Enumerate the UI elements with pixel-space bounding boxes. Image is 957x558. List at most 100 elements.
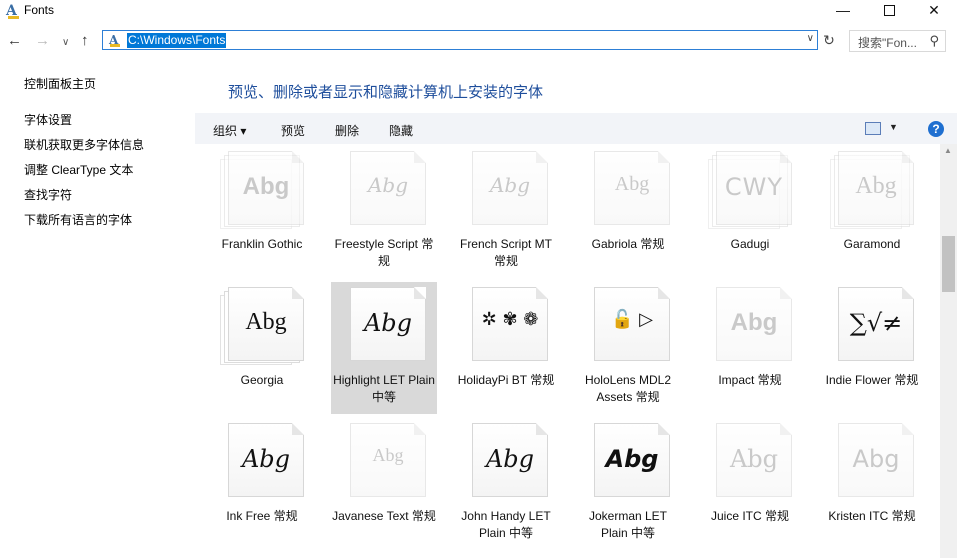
font-item[interactable]: Abg Kristen ITC 常规 xyxy=(819,418,925,550)
delete-button[interactable]: 删除 xyxy=(335,122,359,139)
font-name-label: Georgia xyxy=(240,373,284,387)
navigation-bar: ← → ∨ ↑ A C:\Windows\Fonts ∨ ↻ 搜索"Fon...… xyxy=(0,28,957,56)
preview-button[interactable]: 预览 xyxy=(281,122,305,139)
font-sample: Abg xyxy=(363,309,413,337)
search-icon[interactable]: ⚲ xyxy=(929,33,939,49)
font-file-icon: Abg xyxy=(464,151,548,229)
command-bar: 组织 ▾ 预览 删除 隐藏 ▼ ? xyxy=(195,113,957,144)
organize-button[interactable]: 组织 ▾ xyxy=(213,122,246,139)
font-item[interactable]: Abg Juice ITC 常规 xyxy=(697,418,803,550)
back-button[interactable]: ← xyxy=(7,32,22,50)
search-placeholder: 搜索"Fon... xyxy=(858,36,917,50)
font-sample: CWY xyxy=(724,173,784,201)
font-item[interactable]: Abg Gabriola 常规 xyxy=(575,146,681,278)
vertical-scrollbar[interactable]: ▲ xyxy=(940,144,957,558)
font-name-label: French Script MT 常规 xyxy=(459,237,552,268)
font-name-label: Kristen ITC 常规 xyxy=(828,509,916,523)
font-item[interactable]: Abg Impact 常规 xyxy=(697,282,803,414)
address-path[interactable]: C:\Windows\Fonts xyxy=(127,33,227,48)
search-input[interactable]: 搜索"Fon... ⚲ xyxy=(849,30,946,52)
refresh-button[interactable]: ↻ xyxy=(820,31,838,49)
font-file-icon: Abg xyxy=(586,151,670,229)
font-file-icon: Abg xyxy=(342,423,426,501)
font-name-label: Impact 常规 xyxy=(718,373,782,387)
help-icon[interactable]: ? xyxy=(928,121,944,137)
maximize-button[interactable] xyxy=(866,0,912,22)
font-item[interactable]: Abg John Handy LET Plain 中等 xyxy=(453,418,559,550)
font-file-icon: Abg xyxy=(586,423,670,501)
get-more-fonts-link[interactable]: 联机获取更多字体信息 xyxy=(24,136,144,153)
font-family-icon: Abg xyxy=(220,287,304,365)
font-family-icon: Abg xyxy=(830,151,914,229)
scroll-up-icon[interactable]: ▲ xyxy=(944,146,952,155)
font-sample: Abg xyxy=(605,445,659,473)
organize-label: 组织 xyxy=(213,124,238,138)
download-fonts-link[interactable]: 下载所有语言的字体 xyxy=(24,211,132,228)
font-item[interactable]: Abg Garamond xyxy=(819,146,925,278)
scroll-thumb[interactable] xyxy=(942,236,955,292)
fonts-folder-icon: A xyxy=(6,3,20,19)
minimize-button[interactable]: — xyxy=(820,0,866,22)
font-file-icon: Abg xyxy=(708,287,792,365)
font-name-label: Javanese Text 常规 xyxy=(332,509,436,523)
font-item[interactable]: Abg Jokerman LET Plain 中等 xyxy=(575,418,681,550)
page-title: 预览、删除或者显示和隐藏计算机上安装的字体 xyxy=(228,84,544,101)
font-item[interactable]: CWY Gadugi xyxy=(697,146,803,278)
font-sample: Abg xyxy=(485,445,535,473)
chevron-down-icon[interactable]: ▼ xyxy=(889,122,898,132)
font-file-icon: Abg xyxy=(220,423,304,501)
font-item[interactable]: ∑√≠ Indie Flower 常规 xyxy=(819,282,925,414)
font-family-icon: CWY xyxy=(708,151,792,229)
up-button[interactable]: ↑ xyxy=(81,32,89,50)
font-item[interactable]: Abg Georgia xyxy=(209,282,315,414)
font-file-icon: 🔓 ▷ xyxy=(586,287,670,365)
recent-locations-button[interactable]: ∨ xyxy=(62,34,69,52)
maximize-icon xyxy=(883,5,895,16)
font-file-icon: ∑√≠ xyxy=(830,287,914,365)
hide-button[interactable]: 隐藏 xyxy=(389,122,413,139)
font-sample: Abg xyxy=(245,309,287,335)
font-sample: 🔓 ▷ xyxy=(611,309,653,330)
font-item[interactable]: Abg Highlight LET Plain 中等 xyxy=(331,282,437,414)
left-pane: 控制面板主页 字体设置 联机获取更多字体信息 调整 ClearType 文本 查… xyxy=(0,62,195,558)
font-name-label: Freestyle Script 常规 xyxy=(334,237,434,268)
font-name-label: HolidayPi BT 常规 xyxy=(457,373,555,387)
font-name-label: Jokerman LET Plain 中等 xyxy=(588,509,668,540)
font-family-icon: Abg xyxy=(220,151,304,229)
font-settings-link[interactable]: 字体设置 xyxy=(24,111,72,128)
font-name-label: Highlight LET Plain 中等 xyxy=(333,373,435,404)
address-bar[interactable]: A C:\Windows\Fonts ∨ xyxy=(102,30,818,50)
close-button[interactable]: ✕ xyxy=(911,0,957,22)
find-character-link[interactable]: 查找字符 xyxy=(24,186,72,203)
font-file-icon: Abg xyxy=(342,151,426,229)
font-sample: Abg xyxy=(372,445,404,465)
font-sample: ✲ ✾ ❁ xyxy=(481,309,539,330)
font-item[interactable]: ✲ ✾ ❁ HolidayPi BT 常规 xyxy=(453,282,559,414)
font-name-label: Gadugi xyxy=(730,237,770,251)
font-file-icon: Abg xyxy=(464,423,548,501)
font-sample: Abg xyxy=(729,445,779,473)
font-item[interactable]: Abg Javanese Text 常规 xyxy=(331,418,437,550)
forward-button[interactable]: → xyxy=(35,32,50,50)
font-item[interactable]: Abg Ink Free 常规 xyxy=(209,418,315,550)
font-sample: Abg xyxy=(614,173,650,195)
font-sample: Abg xyxy=(730,309,778,336)
font-name-label: Ink Free 常规 xyxy=(226,509,298,523)
view-options-icon[interactable] xyxy=(865,122,881,135)
font-item[interactable]: Abg French Script MT 常规 xyxy=(453,146,559,278)
font-item[interactable]: Abg Franklin Gothic xyxy=(209,146,315,278)
font-file-icon: Abg xyxy=(342,287,426,365)
font-item[interactable]: Abg Freestyle Script 常规 xyxy=(331,146,437,278)
control-panel-home-link[interactable]: 控制面板主页 xyxy=(24,75,96,92)
font-name-label: John Handy LET Plain 中等 xyxy=(461,509,551,540)
font-item[interactable]: 🔓 ▷ HoloLens MDL2 Assets 常规 xyxy=(575,282,681,414)
cleartype-link[interactable]: 调整 ClearType 文本 xyxy=(24,161,133,178)
font-name-label: Indie Flower 常规 xyxy=(825,373,919,387)
font-name-label: Franklin Gothic xyxy=(221,237,303,251)
font-sample: Abg xyxy=(241,445,291,473)
chevron-down-icon[interactable]: ∨ xyxy=(807,33,814,44)
font-sample: ∑√≠ xyxy=(849,309,903,337)
font-file-icon: Abg xyxy=(830,423,914,501)
font-sample: Abg xyxy=(852,445,900,473)
font-file-icon: Abg xyxy=(708,423,792,501)
